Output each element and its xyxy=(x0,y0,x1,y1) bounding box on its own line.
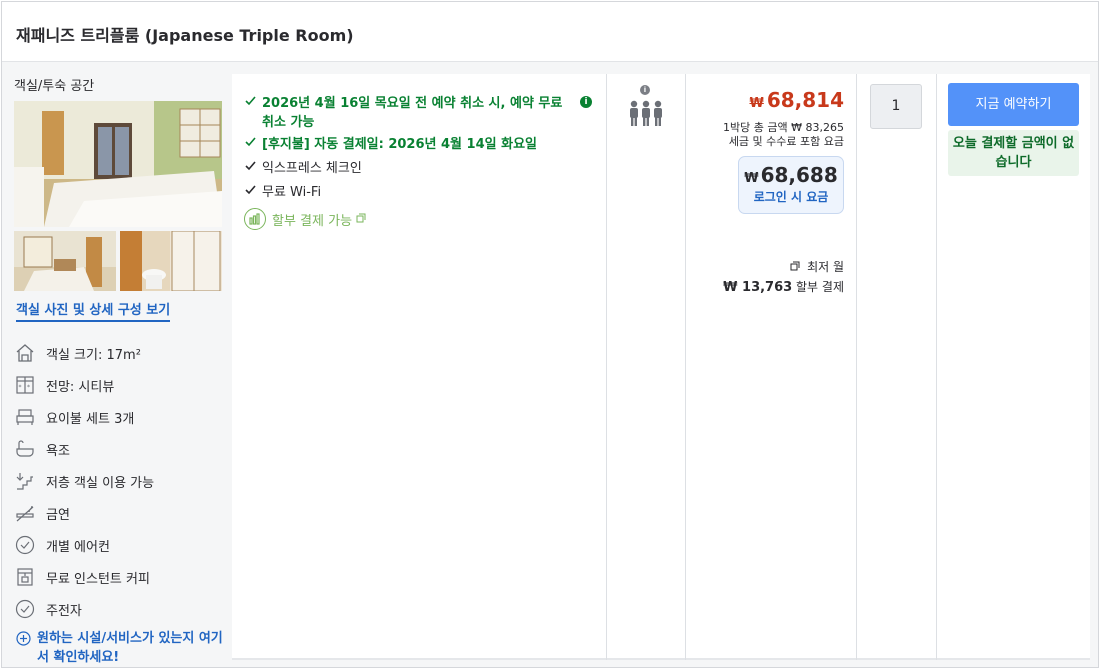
room-info-column: 객실/투숙 공간 객실 사진 및 상세 구성 보기 객실 크기: 17m² * … xyxy=(2,63,230,669)
per-night-total: 1박당 총 금액 ₩ 83,265 세금 및 수수료 포함 요금 xyxy=(723,121,844,149)
facility-check-label: 원하는 시설/서비스가 있는지 여기서 확인하세요! xyxy=(37,631,223,665)
benefit-label: 익스프레스 체크인 xyxy=(262,161,362,176)
checkmark-icon xyxy=(244,183,258,200)
window-view-icon: * * xyxy=(14,374,36,396)
login-price-label: 로그인 시 요금 xyxy=(753,190,829,204)
installment-icon xyxy=(244,208,266,230)
benefit-wifi: 무료 Wi-Fi xyxy=(244,183,321,202)
feature-coffee: 무료 인스턴트 커피 xyxy=(14,565,150,589)
stairs-down-icon xyxy=(14,470,36,492)
room-photo-thumb-2[interactable] xyxy=(120,231,222,291)
installment-label: 할부 결제 가능 xyxy=(272,213,353,229)
facility-check-link[interactable]: 원하는 시설/서비스가 있는지 여기서 확인하세요! xyxy=(16,629,232,667)
external-link-icon xyxy=(790,260,804,274)
benefit-express: 익스프레스 체크인 xyxy=(244,159,362,178)
external-link-icon xyxy=(356,212,366,227)
original-price: ₩68,814 xyxy=(749,88,844,112)
benefit-label: 무료 Wi-Fi xyxy=(262,185,322,200)
feature-non-smoking: 금연 xyxy=(14,501,70,525)
benefit-label: [후지불] 자동 결제일: 2026년 4월 14일 화요일 xyxy=(262,137,537,152)
bed-icon xyxy=(14,406,36,428)
bathtub-icon xyxy=(14,438,36,460)
login-price: ₩68,688 xyxy=(739,163,843,187)
column-divider xyxy=(606,74,607,660)
no-smoking-icon xyxy=(14,502,36,524)
no-payment-today-note: 오늘 결제할 금액이 없습니다 xyxy=(948,130,1079,176)
feature-label: 개별 에어컨 xyxy=(46,539,110,555)
monthly-amount: ₩ 13,763 xyxy=(723,280,793,295)
checkmark-icon xyxy=(244,135,258,152)
room-type-label: 객실/투숙 공간 xyxy=(14,79,95,94)
three-guests-icon xyxy=(628,100,664,132)
feature-label: 무료 인스턴트 커피 xyxy=(46,571,150,587)
currency-symbol: ₩ xyxy=(744,171,759,186)
currency-symbol: ₩ xyxy=(749,96,764,111)
room-offer-panel: 재패니즈 트리플룸 (Japanese Triple Room) 객실/투숙 공… xyxy=(1,1,1099,668)
per-night-line: 1박당 총 금액 ₩ 83,265 xyxy=(723,121,844,134)
book-now-button[interactable]: 지금 예약하기 xyxy=(948,83,1079,126)
coffee-machine-icon xyxy=(14,566,36,588)
checkmark-icon xyxy=(244,94,258,111)
column-divider xyxy=(856,74,857,660)
monthly-installment-value: ₩ 13,763 할부 결제 xyxy=(723,278,844,295)
price-column: ₩68,814 1박당 총 금액 ₩ 83,265 세금 및 수수료 포함 요금… xyxy=(686,74,856,660)
tax-note: 세금 및 수수료 포함 요금 xyxy=(728,135,844,148)
feature-aircon: 개별 에어컨 xyxy=(14,533,110,557)
info-icon[interactable]: i xyxy=(580,96,592,108)
monthly-label-text: 최저 월 xyxy=(807,260,844,274)
feature-bathtub: 욕조 xyxy=(14,437,70,461)
rate-card: 2026년 4월 16일 목요일 전 예약 취소 시, 예약 무료 취소 가능 … xyxy=(232,74,1090,660)
feature-label: 주전자 xyxy=(46,603,82,619)
plus-circle-icon xyxy=(16,631,31,650)
room-photos-link[interactable]: 객실 사진 및 상세 구성 보기 xyxy=(16,299,171,322)
room-photo-main[interactable] xyxy=(14,101,222,227)
svg-text:*: * xyxy=(19,384,22,391)
checkmark-icon xyxy=(244,159,258,176)
login-price-value: 68,688 xyxy=(760,163,838,187)
room-title: 재패니즈 트리플룸 (Japanese Triple Room) xyxy=(16,26,354,45)
feature-label: 욕조 xyxy=(46,443,70,459)
benefit-label: 2026년 4월 16일 목요일 전 예약 취소 시, 예약 무료 취소 가능 xyxy=(262,96,563,130)
benefit-auto-pay: [후지불] 자동 결제일: 2026년 4월 14일 화요일 xyxy=(244,135,537,154)
feature-low-floor: 저층 객실 이용 가능 xyxy=(14,469,154,493)
house-size-icon xyxy=(14,342,36,364)
feature-label: 객실 크기: 17m² xyxy=(46,347,141,363)
feature-label: 저층 객실 이용 가능 xyxy=(46,475,155,491)
installment-link[interactable]: 할부 결제 가능 xyxy=(244,208,366,230)
svg-text:*: * xyxy=(27,384,30,391)
feature-room-size: 객실 크기: 17m² xyxy=(14,341,141,365)
feature-kettle: 주전자 xyxy=(14,597,82,621)
occupancy-info-icon[interactable]: i xyxy=(640,85,650,95)
room-quantity-select[interactable]: 1 xyxy=(870,84,922,129)
feature-label: 요이불 세트 3개 xyxy=(46,411,135,427)
feature-label: 전망: 시티뷰 xyxy=(46,379,115,395)
original-price-value: 68,814 xyxy=(766,88,844,112)
checkmark-circle-icon xyxy=(14,534,36,556)
room-photo-thumb-1[interactable] xyxy=(14,231,116,291)
login-price-box[interactable]: ₩68,688 로그인 시 요금 xyxy=(738,156,844,214)
checkmark-circle-icon xyxy=(14,598,36,620)
monthly-suffix: 할부 결제 xyxy=(796,280,844,294)
column-divider xyxy=(936,74,937,660)
monthly-installment-label[interactable]: 최저 월 xyxy=(790,258,844,275)
feature-view: * * 전망: 시티뷰 xyxy=(14,373,114,397)
feature-bedding: 요이불 세트 3개 xyxy=(14,405,134,429)
feature-label: 금연 xyxy=(46,507,70,523)
benefit-free-cancel: 2026년 4월 16일 목요일 전 예약 취소 시, 예약 무료 취소 가능 xyxy=(244,94,574,132)
room-header: 재패니즈 트리플룸 (Japanese Triple Room) xyxy=(2,2,1098,62)
